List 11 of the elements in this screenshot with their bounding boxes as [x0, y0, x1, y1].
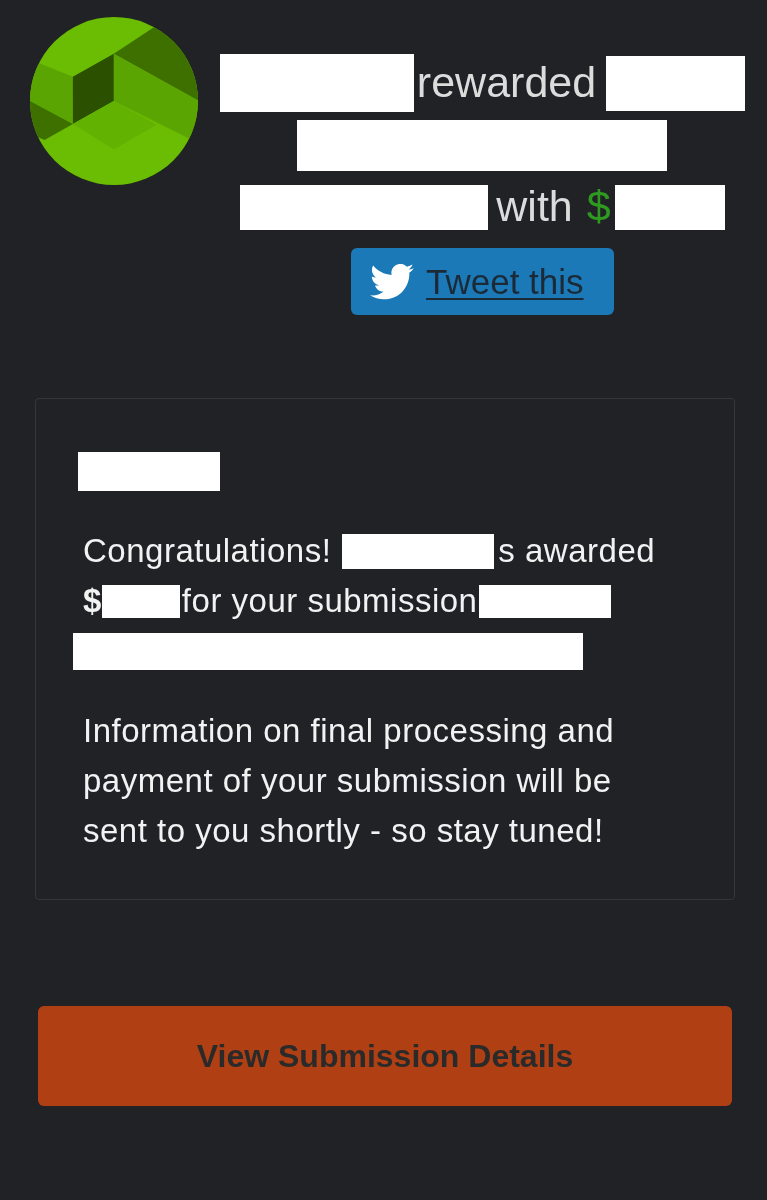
view-details-button[interactable]: View Submission Details: [38, 1006, 732, 1106]
currency-sign: $: [83, 582, 102, 620]
info-paragraph: Information on final processing and payment of your submission will be sent to you shortly - so stay tuned!: [83, 711, 616, 851]
tweet-button[interactable]: Tweet this: [351, 248, 614, 315]
message-text: for your submission: [181, 582, 478, 620]
headline-text: with: [496, 182, 573, 232]
message-text: s awarded: [498, 532, 656, 570]
message-text: Congratulations!: [83, 532, 332, 570]
headline-text: rewarded: [416, 58, 597, 108]
currency-sign: $: [586, 182, 611, 232]
bird-icon: [370, 263, 414, 300]
